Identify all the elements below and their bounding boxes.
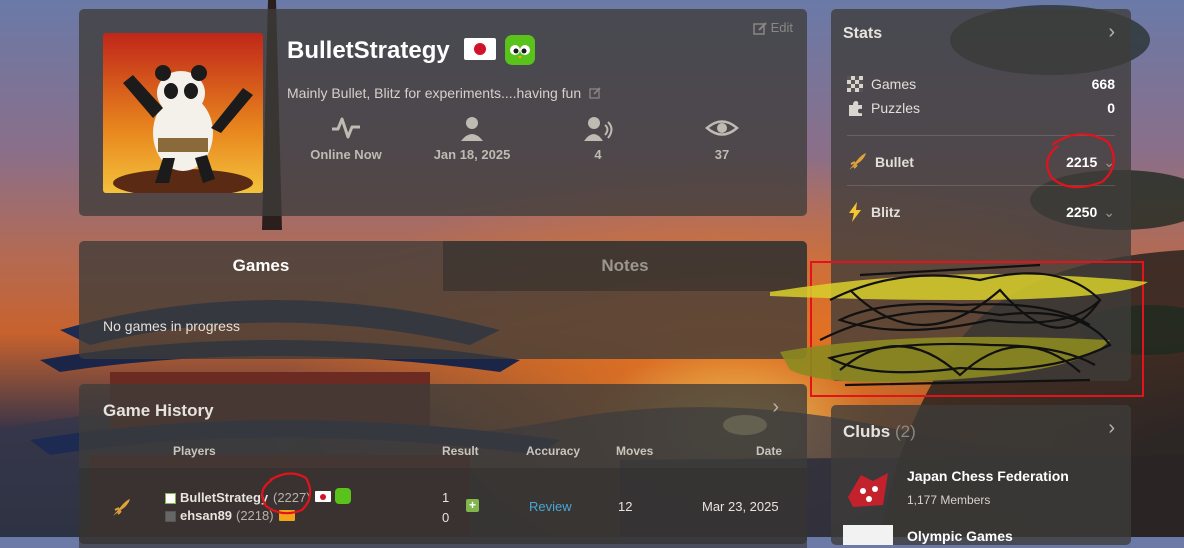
stat-row-puzzles[interactable]: Puzzles 0 xyxy=(847,100,1115,116)
tab-notes[interactable]: Notes xyxy=(443,241,807,291)
chessboard-icon xyxy=(847,76,863,92)
table-row[interactable]: BulletStrategy (2227) ehsan89 (2218) 1 0… xyxy=(79,468,807,548)
bullet-icon xyxy=(111,498,131,518)
avatar[interactable] xyxy=(103,33,263,193)
no-games-message: No games in progress xyxy=(103,318,240,334)
chevron-right-icon[interactable]: › xyxy=(1108,417,1115,440)
result-player2: 0 xyxy=(442,510,450,525)
games-notes-card: Games Notes No games in progress xyxy=(79,241,807,359)
bio-label: Mainly Bullet, Blitz for experiments....… xyxy=(287,85,582,101)
club-name-japan[interactable]: Japan Chess Federation xyxy=(907,468,1069,484)
username: BulletStrategy xyxy=(287,37,450,64)
tab-games[interactable]: Games xyxy=(79,241,443,291)
player2-rating: (2218) xyxy=(236,508,274,523)
white-piece-indicator xyxy=(165,493,176,504)
stat-row-games[interactable]: Games 668 xyxy=(847,76,1115,92)
person-icon xyxy=(461,117,483,141)
edit-profile-button[interactable]: Edit xyxy=(752,20,793,35)
joined-date: Jan 18, 2025 xyxy=(417,115,527,162)
duolingo-owl-icon xyxy=(335,488,351,504)
bio-text: Mainly Bullet, Blitz for experiments....… xyxy=(287,85,601,101)
views-label: 37 xyxy=(714,147,730,162)
friends-count[interactable]: 4 xyxy=(543,115,653,162)
win-plus-icon: + xyxy=(466,499,479,512)
stats-title: Stats xyxy=(843,25,883,42)
player2-flag-icon xyxy=(279,510,295,521)
game-history-card: Game History › Players Result Accuracy M… xyxy=(79,384,807,548)
games-label: Games xyxy=(871,76,917,92)
stats-card: Stats › Games 668 Puzzles 0 Bullet 2215 … xyxy=(831,9,1131,381)
lightning-icon xyxy=(847,202,863,222)
online-status: Online Now xyxy=(291,115,401,162)
stat-row-blitz[interactable]: Blitz 2250 ⌄ xyxy=(847,202,1115,222)
activity-icon xyxy=(332,117,360,139)
clubs-count: (2) xyxy=(894,422,916,441)
player1-rating: (2227) xyxy=(273,490,311,505)
joined-label: Jan 18, 2025 xyxy=(433,147,511,162)
player2-name[interactable]: ehsan89 xyxy=(180,508,232,523)
review-link[interactable]: Review xyxy=(529,499,572,514)
result-player1: 1 xyxy=(442,490,450,505)
friends-label: 4 xyxy=(594,147,602,162)
puzzles-label: Puzzles xyxy=(871,100,921,116)
bullet-value: 2215 xyxy=(1066,154,1098,170)
chevron-down-icon[interactable]: ⌄ xyxy=(1103,154,1115,171)
moves-count: 12 xyxy=(618,499,633,514)
edit-bio-icon[interactable] xyxy=(589,87,601,99)
chevron-right-icon[interactable]: › xyxy=(772,396,779,419)
duolingo-owl-icon xyxy=(505,35,535,65)
club-logo-japan[interactable] xyxy=(843,467,893,511)
pencil-square-icon xyxy=(752,21,767,35)
japan-flag-icon xyxy=(464,38,496,60)
puzzle-icon xyxy=(847,100,863,116)
column-moves: Moves xyxy=(616,444,654,458)
column-result: Result xyxy=(442,444,479,458)
bullet-icon xyxy=(847,152,867,172)
japan-flag-icon xyxy=(315,491,331,502)
online-label: Online Now xyxy=(310,147,382,162)
black-piece-indicator xyxy=(165,511,176,522)
friends-icon xyxy=(584,117,613,141)
divider xyxy=(847,135,1115,136)
column-players: Players xyxy=(173,444,216,458)
club-name-olympic[interactable]: Olympic Games xyxy=(907,528,1013,544)
player1-name[interactable]: BulletStrategy xyxy=(180,490,268,505)
profile-card: BulletStrategy Edit Mainly Bullet, Blitz… xyxy=(79,9,807,216)
clubs-title: Clubs (2) xyxy=(843,422,916,442)
divider xyxy=(847,185,1115,186)
edit-label: Edit xyxy=(770,20,793,35)
bullet-label: Bullet xyxy=(875,154,914,170)
puzzles-value: 0 xyxy=(1107,100,1115,116)
chevron-right-icon[interactable]: › xyxy=(1108,21,1115,44)
chevron-down-icon[interactable]: ⌄ xyxy=(1103,204,1115,221)
club-members-japan: 1,177 Members xyxy=(907,493,991,507)
blitz-label: Blitz xyxy=(871,204,901,220)
column-date: Date xyxy=(756,444,783,458)
club-logo-olympic[interactable] xyxy=(843,525,893,545)
eye-icon xyxy=(705,120,739,136)
blitz-value: 2250 xyxy=(1066,204,1098,220)
clubs-title-label: Clubs xyxy=(843,422,891,441)
clubs-card: Clubs (2) › Japan Chess Federation 1,177… xyxy=(831,405,1131,545)
column-accuracy: Accuracy xyxy=(526,444,581,458)
game-history-title: Game History xyxy=(103,401,214,420)
game-date: Mar 23, 2025 xyxy=(702,499,779,514)
games-value: 668 xyxy=(1091,76,1115,92)
stat-row-bullet[interactable]: Bullet 2215 ⌄ xyxy=(847,152,1115,172)
views-count: 37 xyxy=(667,115,777,162)
